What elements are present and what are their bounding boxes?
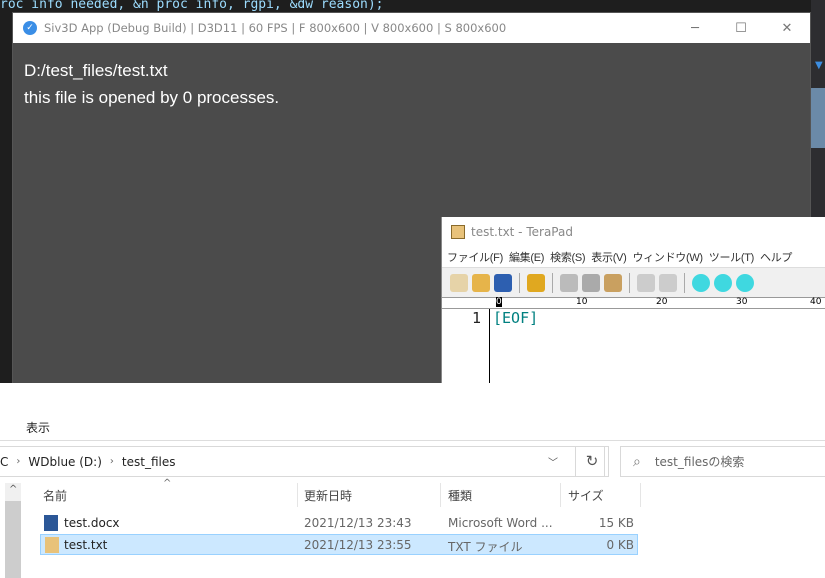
column-size[interactable]: サイズ xyxy=(568,487,604,504)
ribbon-tab-view[interactable]: 表示 xyxy=(26,419,50,436)
nav-pane-scrollbar[interactable]: ^ xyxy=(5,483,21,578)
editor-scrollbar[interactable] xyxy=(811,88,825,148)
column-modified[interactable]: 更新日時 xyxy=(304,487,352,504)
find-next-icon[interactable] xyxy=(736,273,754,292)
terapad-icon xyxy=(451,225,465,239)
search-placeholder: test_filesの検索 xyxy=(654,455,745,469)
menu-edit[interactable]: 編集(E) xyxy=(509,249,544,265)
new-file-icon[interactable] xyxy=(450,273,468,292)
file-size: 0 KB xyxy=(606,538,634,552)
ruler-label: 30 xyxy=(736,297,748,307)
terapad-window: test.txt - TeraPad ファイル(F) 編集(E) 検索(S) 表… xyxy=(441,217,825,385)
ruler-label: 20 xyxy=(656,297,668,307)
breadcrumb-pc[interactable]: C xyxy=(0,455,8,469)
cut-icon[interactable] xyxy=(560,273,578,292)
save-icon[interactable] xyxy=(494,273,512,292)
sort-ascending-icon: ^ xyxy=(163,478,172,489)
column-ruler: 0 10 20 30 40 xyxy=(442,297,825,309)
background-code-line: roc info needed, &n proc info, rgpi, &dw… xyxy=(0,0,384,12)
print-icon[interactable] xyxy=(527,273,545,292)
file-modified: 2021/12/13 23:55 xyxy=(304,538,412,552)
file-size: 15 KB xyxy=(598,516,634,530)
column-type[interactable]: 種類 xyxy=(448,487,472,504)
open-folder-icon[interactable] xyxy=(472,273,490,292)
terapad-menubar: ファイル(F) 編集(E) 検索(S) 表示(V) ウィンドウ(W) ツール(T… xyxy=(442,247,825,268)
redo-icon[interactable] xyxy=(659,273,677,292)
scroll-marker-icon: ▼ xyxy=(815,60,823,71)
close-button[interactable]: ✕ xyxy=(764,21,810,36)
menu-window[interactable]: ウィンドウ(W) xyxy=(632,249,703,265)
siv3d-title: Siv3D App (Debug Build) | D3D11 | 60 FPS… xyxy=(44,21,507,35)
copy-icon[interactable] xyxy=(582,273,600,292)
file-row[interactable]: test.docx 2021/12/13 23:43 Microsoft Wor… xyxy=(40,513,638,534)
file-name: test.docx xyxy=(64,516,120,530)
column-name[interactable]: 名前 xyxy=(43,487,67,504)
siv3d-app-icon: ✓ xyxy=(23,21,37,35)
menu-search[interactable]: 検索(S) xyxy=(550,249,585,265)
text-area[interactable]: 1 [EOF] xyxy=(442,309,825,384)
terapad-titlebar[interactable]: test.txt - TeraPad xyxy=(442,217,825,247)
chevron-down-icon[interactable]: ﹀ xyxy=(548,454,558,469)
scroll-up-icon[interactable]: ^ xyxy=(9,484,17,495)
terapad-txt-icon xyxy=(45,537,59,553)
find-prev-icon[interactable] xyxy=(714,273,732,292)
ruler-label: 0 xyxy=(496,297,502,307)
undo-icon[interactable] xyxy=(637,273,655,292)
line-number: 1 xyxy=(472,309,482,327)
eof-marker: [EOF] xyxy=(493,309,539,327)
file-type: Microsoft Word ... xyxy=(448,516,553,530)
ruler-label: 40 xyxy=(810,297,822,307)
breadcrumb-drive[interactable]: WDblue (D:) xyxy=(28,455,102,469)
file-path-text: D:/test_files/test.txt xyxy=(24,61,168,80)
paste-icon[interactable] xyxy=(604,273,622,292)
word-doc-icon xyxy=(44,515,58,531)
menu-file[interactable]: ファイル(F) xyxy=(447,249,503,265)
file-type: TXT ファイル xyxy=(448,540,523,554)
maximize-button[interactable]: ☐ xyxy=(718,21,764,36)
search-box[interactable]: ⌕ test_filesの検索 xyxy=(620,446,825,477)
file-name: test.txt xyxy=(64,538,108,552)
ruler-label: 10 xyxy=(576,297,588,307)
file-explorer-window: 表示 C › WDblue (D:) › test_files ﹀ ↻ ⌕ test_… xyxy=(0,383,825,578)
file-modified: 2021/12/13 23:43 xyxy=(304,516,412,530)
menu-tools[interactable]: ツール(T) xyxy=(709,249,755,265)
address-bar[interactable]: C › WDblue (D:) › test_files ﹀ xyxy=(0,446,605,477)
search-icon: ⌕ xyxy=(633,453,641,470)
terapad-title: test.txt - TeraPad xyxy=(471,225,573,239)
menu-view[interactable]: 表示(V) xyxy=(591,249,626,265)
breadcrumb-folder[interactable]: test_files xyxy=(122,455,176,469)
process-count-text: this file is opened by 0 processes. xyxy=(24,88,280,107)
minimize-button[interactable]: ─ xyxy=(672,21,718,36)
refresh-button[interactable]: ↻ xyxy=(575,446,609,477)
find-icon[interactable] xyxy=(692,273,710,292)
menu-help[interactable]: ヘルプ xyxy=(760,249,792,265)
siv3d-titlebar[interactable]: ✓ Siv3D App (Debug Build) | D3D11 | 60 F… xyxy=(13,13,810,43)
terapad-toolbar xyxy=(442,268,825,297)
background-editor-strip: ▼ xyxy=(811,0,825,217)
file-row-selected[interactable]: test.txt 2021/12/13 23:55 TXT ファイル 0 KB xyxy=(40,534,638,555)
